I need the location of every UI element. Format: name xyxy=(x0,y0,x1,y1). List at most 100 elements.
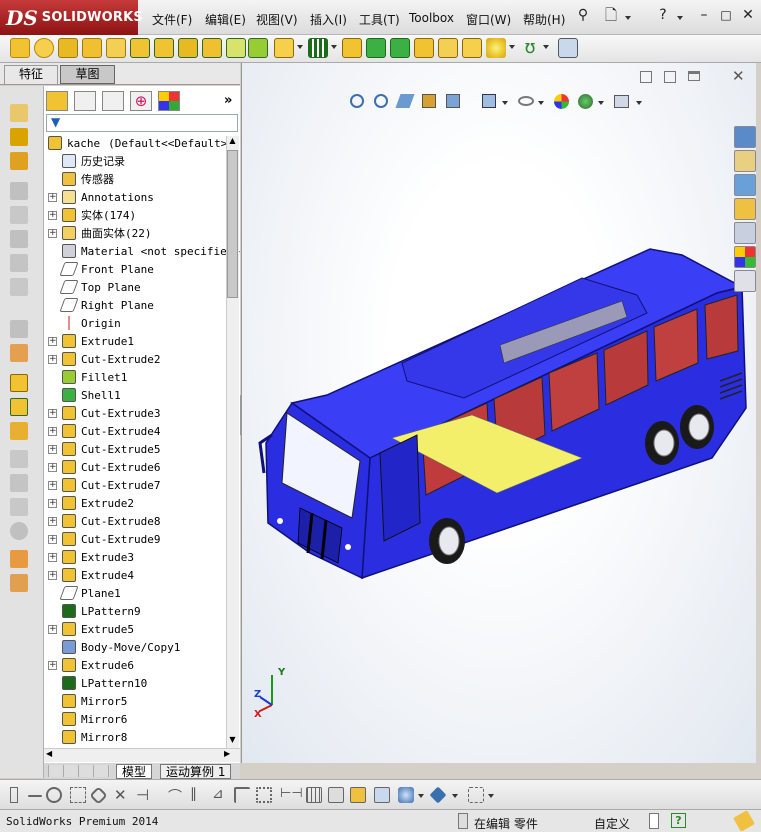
boundary-cut-icon[interactable] xyxy=(226,38,246,58)
configuration-manager-icon[interactable] xyxy=(102,91,124,111)
solidworks-logo[interactable]: DS SOLIDWORKS xyxy=(0,0,143,35)
tree-item[interactable]: Fillet1 xyxy=(48,368,127,386)
dimxpert-icon[interactable]: ⊕ xyxy=(130,91,152,111)
tree-item[interactable]: + Extrude6 xyxy=(48,656,134,674)
close-icon[interactable]: ✕ xyxy=(739,6,757,24)
split-tool-icon[interactable] xyxy=(10,278,28,296)
revolved-cut-icon[interactable] xyxy=(154,38,174,58)
tree-item[interactable]: + Cut-Extrude8 xyxy=(48,512,160,530)
expand-icon[interactable]: + xyxy=(48,408,57,418)
appearances-icon[interactable] xyxy=(734,246,756,268)
expand-icon[interactable]: + xyxy=(48,498,57,508)
display-relations-icon[interactable] xyxy=(350,787,366,803)
intersect-icon[interactable] xyxy=(438,38,458,58)
tree-item[interactable]: + Cut-Extrude9 xyxy=(48,530,160,548)
fillet-icon[interactable] xyxy=(248,38,268,58)
rebuild-status-icon[interactable] xyxy=(733,810,755,832)
move-entities-icon[interactable] xyxy=(328,787,344,803)
expand-icon[interactable]: + xyxy=(48,516,57,526)
move-face-icon[interactable] xyxy=(10,450,28,468)
tree-item[interactable]: Material <not specified> xyxy=(48,242,240,260)
home-icon[interactable] xyxy=(734,150,756,172)
file-explorer-icon[interactable] xyxy=(734,198,756,220)
mirror-icon[interactable] xyxy=(462,38,482,58)
menu-tools[interactable]: 工具(T) xyxy=(359,11,400,28)
chevron-down-icon[interactable] xyxy=(418,794,424,798)
expand-icon[interactable]: + xyxy=(48,210,57,220)
revolve-tool-icon[interactable] xyxy=(10,128,28,146)
expand-icon[interactable]: + xyxy=(48,354,57,364)
tree-item[interactable]: + Extrude5 xyxy=(48,620,134,638)
chevron-down-icon[interactable] xyxy=(452,794,458,798)
centerpoint-arc-icon[interactable] xyxy=(70,787,86,803)
tree-item[interactable]: Plane1 xyxy=(48,584,121,602)
tree-item[interactable]: Front Plane xyxy=(48,260,154,278)
menu-view[interactable]: 视图(V) xyxy=(256,11,298,28)
repair-sketch-icon[interactable] xyxy=(374,787,390,803)
expand-icon[interactable]: + xyxy=(48,534,57,544)
replace-face-icon[interactable] xyxy=(10,498,28,516)
tree-item[interactable]: Body-Move/Copy1 xyxy=(48,638,180,656)
tree-root-part[interactable]: kache (Default<<Default>_" xyxy=(48,134,241,152)
new-document-icon[interactable]: 🗋 xyxy=(602,6,620,24)
tree-item[interactable]: + 曲面实体(22) xyxy=(48,224,152,242)
menu-window[interactable]: 窗口(W) xyxy=(466,11,511,28)
extruded-cut-icon[interactable] xyxy=(130,38,150,58)
line-icon[interactable] xyxy=(28,795,42,797)
tree-item[interactable]: + Cut-Extrude2 xyxy=(48,350,160,368)
pattern-icon[interactable] xyxy=(308,38,328,58)
polygon-icon[interactable] xyxy=(89,786,108,805)
tree-horizontal-scrollbar[interactable]: ◀ ▶ xyxy=(44,748,240,762)
indent-tool-icon[interactable] xyxy=(10,398,28,416)
tree-item[interactable]: Top Plane xyxy=(48,278,141,296)
solidworks-resources-icon[interactable] xyxy=(734,126,756,148)
combine-tool-icon[interactable] xyxy=(10,374,28,392)
tree-item[interactable]: 传感器 xyxy=(48,170,114,188)
expand-icon[interactable]: + xyxy=(48,228,57,238)
tree-item[interactable]: Shell1 xyxy=(48,386,121,404)
expand-icon[interactable]: + xyxy=(48,660,57,670)
graphics-area[interactable]: ✕ Y Z X xyxy=(241,63,756,763)
scroll-left-icon[interactable]: ◀ xyxy=(46,749,52,758)
tree-item[interactable]: + Extrude1 xyxy=(48,332,134,350)
menu-file[interactable]: 文件(F) xyxy=(152,11,192,28)
tree-item[interactable]: LPattern9 xyxy=(48,602,141,620)
view-palette-icon[interactable] xyxy=(734,222,756,244)
help-icon[interactable]: ? xyxy=(654,6,672,24)
scroll-right-icon[interactable]: ▶ xyxy=(224,749,230,758)
shell-icon[interactable] xyxy=(390,38,410,58)
lofted-boss-icon[interactable] xyxy=(82,38,102,58)
linear-pattern-icon[interactable] xyxy=(274,38,294,58)
quick-snaps-icon[interactable] xyxy=(429,786,447,804)
loft-tool-icon[interactable] xyxy=(10,182,28,200)
tree-item[interactable]: + Annotations xyxy=(48,188,154,206)
grid-icon[interactable] xyxy=(306,787,322,803)
bus-3d-model[interactable] xyxy=(242,63,756,763)
menu-insert[interactable]: 插入(I) xyxy=(310,11,347,28)
deform-tool-icon[interactable] xyxy=(10,344,28,362)
extrude-tool-icon[interactable] xyxy=(10,104,28,122)
convert-entities-icon[interactable]: ⊿ xyxy=(212,786,224,802)
freeform-icon[interactable] xyxy=(10,550,28,568)
help-status-icon[interactable]: ? xyxy=(671,813,686,828)
scroll-up-icon[interactable]: ▲ xyxy=(226,136,239,148)
tree-item[interactable]: + Extrude3 xyxy=(48,548,134,566)
tab-motion-study-1[interactable]: 运动算例 1 xyxy=(160,764,232,779)
property-manager-icon[interactable] xyxy=(74,91,96,111)
expand-panel-icon[interactable]: » xyxy=(224,93,232,108)
rib-icon[interactable] xyxy=(342,38,362,58)
tree-item[interactable]: + Cut-Extrude3 xyxy=(48,404,160,422)
chevron-down-icon[interactable] xyxy=(297,45,303,49)
featuremanager-tree-icon[interactable] xyxy=(46,91,68,111)
swept-cut-icon[interactable] xyxy=(178,38,198,58)
extruded-boss-icon[interactable] xyxy=(10,38,30,58)
wrap-icon[interactable] xyxy=(414,38,434,58)
tab-sketch[interactable]: 草图 xyxy=(60,65,115,84)
rapid-sketch-icon[interactable] xyxy=(468,787,484,803)
tree-item[interactable]: + Cut-Extrude5 xyxy=(48,440,160,458)
instant3d-icon[interactable] xyxy=(558,38,578,58)
expand-icon[interactable]: + xyxy=(48,480,57,490)
point-icon[interactable] xyxy=(256,787,272,803)
cavity-icon[interactable] xyxy=(10,522,28,540)
flex-tool-icon[interactable] xyxy=(10,422,28,440)
